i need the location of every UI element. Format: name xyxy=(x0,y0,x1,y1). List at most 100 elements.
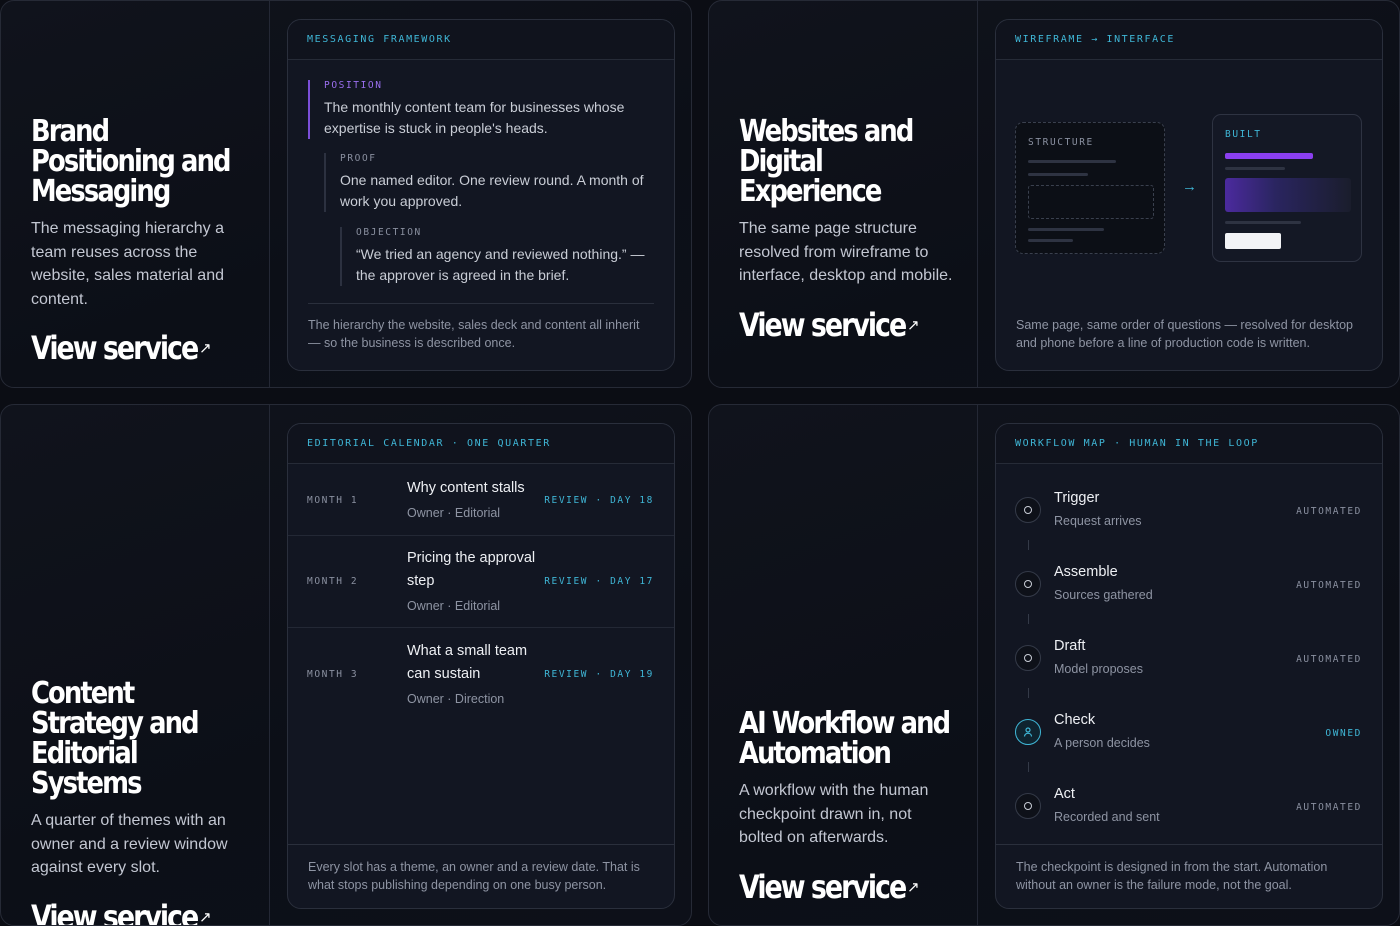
calendar-row[interactable]: MONTH 2 Pricing the approval step Owner … xyxy=(288,536,674,628)
arrow-up-right-icon: ↗ xyxy=(907,316,920,334)
view-service-label: View service xyxy=(739,867,907,906)
wireframe-line xyxy=(1028,239,1073,242)
view-service-label: View service xyxy=(739,305,907,344)
wireframe-line xyxy=(1028,228,1104,231)
circle-icon xyxy=(1015,793,1041,819)
workflow-step-name: Check xyxy=(1054,712,1096,728)
calendar-topic-title: What a small team can sustain xyxy=(407,643,528,682)
service-title: Content Strategy and Editorial Systems xyxy=(31,676,200,801)
panel-label: EDITORIAL CALENDAR · ONE QUARTER xyxy=(288,424,674,464)
built-label: BUILT xyxy=(1225,129,1262,140)
workflow-step-name: Draft xyxy=(1054,638,1086,654)
service-intro: Content Strategy and Editorial Systems A… xyxy=(31,679,246,926)
workflow-step-status: OWNED xyxy=(1325,728,1362,739)
workflow-step-name: Trigger xyxy=(1054,490,1100,506)
panel-footnote: The checkpoint is designed in from the s… xyxy=(1016,860,1328,892)
view-service-link[interactable]: View service ↗ xyxy=(739,868,954,906)
calendar-review: REVIEW · DAY 19 xyxy=(544,669,654,680)
service-description: A workflow with the human checkpoint dra… xyxy=(739,782,929,846)
separator xyxy=(996,844,1382,845)
service-intro: Websites and Digital Experience The same… xyxy=(739,117,954,344)
calendar-row[interactable]: MONTH 1 Why content stalls Owner · Edito… xyxy=(288,465,674,536)
workflow-map-panel: WORKFLOW MAP · HUMAN IN THE LOOP Trigger… xyxy=(995,423,1383,909)
circle-icon xyxy=(1015,571,1041,597)
card-divider xyxy=(269,1,270,387)
workflow-step-detail: Model proposes xyxy=(1054,662,1143,676)
workflow-connector xyxy=(1028,688,1029,698)
card-divider xyxy=(269,405,270,925)
view-service-label: View service xyxy=(31,329,199,367)
workflow-step[interactable]: Draft Model proposes AUTOMATED xyxy=(996,638,1382,698)
service-description: The messaging hierarchy a team reuses ac… xyxy=(31,220,224,308)
workflow-step[interactable]: Act Recorded and sent AUTOMATED xyxy=(996,786,1382,846)
wireframe-line xyxy=(1028,173,1088,176)
workflow-step[interactable]: Check A person decides OWNED xyxy=(996,712,1382,772)
service-card-ai-workflow: AI Workflow and Automation A workflow wi… xyxy=(708,404,1400,926)
calendar-topic: Why content stalls Owner · Editorial xyxy=(407,477,542,525)
objection-value: “We tried an agency and reviewed nothing… xyxy=(356,246,645,283)
view-service-link[interactable]: View service ↗ xyxy=(31,898,246,926)
view-service-link[interactable]: View service ↗ xyxy=(739,306,954,344)
workflow-step-status: AUTOMATED xyxy=(1296,654,1362,665)
service-intro: AI Workflow and Automation A workflow wi… xyxy=(739,709,954,906)
panel-label: WIREFRAME → INTERFACE xyxy=(996,20,1382,60)
arrow-up-right-icon: ↗ xyxy=(907,878,920,896)
interface-built: BUILT xyxy=(1212,114,1362,262)
editorial-calendar-panel: EDITORIAL CALENDAR · ONE QUARTER MONTH 1… xyxy=(287,423,675,909)
wireframe-line xyxy=(1028,160,1116,163)
arrow-up-right-icon: ↗ xyxy=(199,908,212,926)
workflow-step-detail: A person decides xyxy=(1054,736,1150,750)
workflow-step-status: AUTOMATED xyxy=(1296,802,1362,813)
objection-block: OBJECTION “We tried an agency and review… xyxy=(340,227,648,286)
calendar-owner: Owner · Editorial xyxy=(407,599,501,613)
panel-footnote: Same page, same order of questions — res… xyxy=(1016,318,1353,350)
card-divider xyxy=(977,1,978,387)
view-service-label: View service xyxy=(31,897,199,926)
calendar-topic-title: Why content stalls xyxy=(407,480,525,496)
built-accent-bar xyxy=(1225,153,1313,159)
calendar-owner: Owner · Direction xyxy=(407,692,505,706)
workflow-step-status: AUTOMATED xyxy=(1296,580,1362,591)
separator xyxy=(288,844,674,845)
built-button xyxy=(1225,233,1281,249)
service-description: A quarter of themes with an owner and a … xyxy=(31,812,228,876)
calendar-month: MONTH 3 xyxy=(307,669,359,680)
proof-block: PROOF One named editor. One review round… xyxy=(324,153,648,212)
proof-value: One named editor. One review round. A mo… xyxy=(340,172,644,209)
calendar-row[interactable]: MONTH 3 What a small team can sustain Ow… xyxy=(288,628,674,720)
structure-label: STRUCTURE xyxy=(1028,137,1094,148)
workflow-connector xyxy=(1028,762,1029,772)
panel-label: MESSAGING FRAMEWORK xyxy=(288,20,674,60)
card-divider xyxy=(977,405,978,925)
service-title: Websites and Digital Experience xyxy=(739,114,914,209)
panel-footnote: Every slot has a theme, an owner and a r… xyxy=(308,860,640,892)
service-card-websites: Websites and Digital Experience The same… xyxy=(708,0,1400,388)
service-card-content: Content Strategy and Editorial Systems A… xyxy=(0,404,692,926)
wireframe-panel: WIREFRAME → INTERFACE STRUCTURE → BUILT … xyxy=(995,19,1383,371)
panel-label: WORKFLOW MAP · HUMAN IN THE LOOP xyxy=(996,424,1382,464)
workflow-step-status: AUTOMATED xyxy=(1296,506,1362,517)
workflow-step[interactable]: Trigger Request arrives AUTOMATED xyxy=(996,490,1382,550)
calendar-month: MONTH 1 xyxy=(307,495,359,506)
service-card-brand: Brand Positioning and Messaging The mess… xyxy=(0,0,692,388)
calendar-topic-title: Pricing the approval step xyxy=(407,550,536,589)
service-title: AI Workflow and Automation xyxy=(739,706,951,771)
view-service-link[interactable]: View service ↗ xyxy=(31,329,246,367)
workflow-connector xyxy=(1028,540,1029,550)
workflow-connector xyxy=(1028,614,1029,624)
built-hero-image xyxy=(1225,178,1351,212)
service-title: Brand Positioning and Messaging xyxy=(31,114,232,209)
service-description: The same page structure resolved from wi… xyxy=(739,220,953,284)
wireframe-structure: STRUCTURE xyxy=(1015,122,1165,254)
calendar-topic: Pricing the approval step Owner · Editor… xyxy=(407,547,542,618)
calendar-topic: What a small team can sustain Owner · Di… xyxy=(407,640,542,711)
workflow-step-name: Act xyxy=(1054,786,1075,802)
objection-key: OBJECTION xyxy=(356,227,422,238)
calendar-month: MONTH 2 xyxy=(307,576,359,587)
panel-footnote: The hierarchy the website, sales deck an… xyxy=(308,318,640,350)
wireframe-box xyxy=(1028,185,1154,219)
workflow-step[interactable]: Assemble Sources gathered AUTOMATED xyxy=(996,564,1382,624)
messaging-framework-panel: MESSAGING FRAMEWORK POSITION The monthly… xyxy=(287,19,675,371)
separator xyxy=(308,303,654,304)
proof-key: PROOF xyxy=(340,153,377,164)
